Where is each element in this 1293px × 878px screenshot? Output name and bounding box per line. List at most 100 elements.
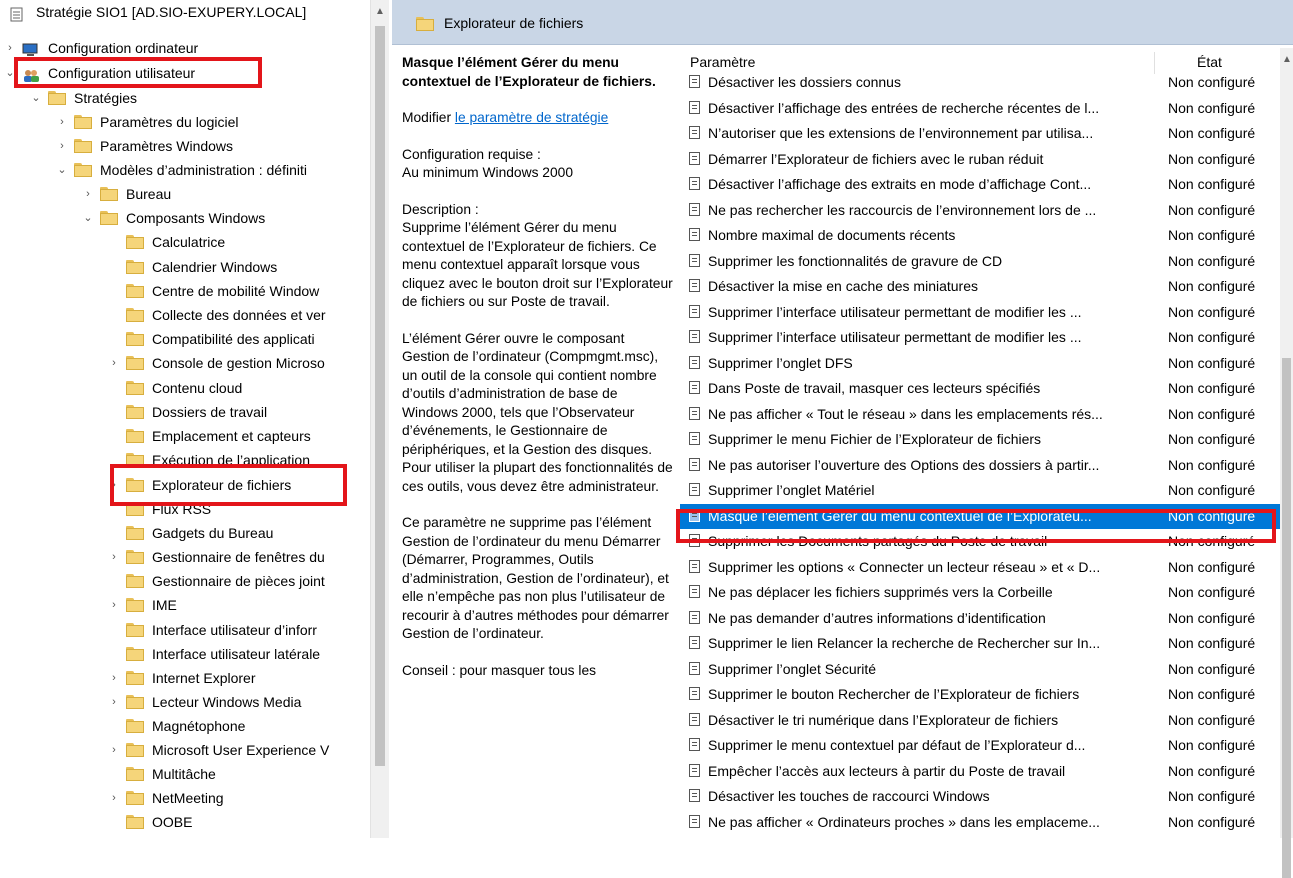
tree-item[interactable]: › Configuration ordinateur [0, 36, 370, 60]
expand-chevron-icon[interactable]: › [108, 690, 120, 714]
setting-icon [689, 355, 700, 369]
list-item[interactable]: Ne pas afficher « Ordinateurs proches » … [680, 810, 1280, 835]
list-item[interactable]: Désactiver la mise en cache des miniatur… [680, 274, 1280, 299]
list-item[interactable]: Désactiver le tri numérique dans l’Explo… [680, 708, 1280, 733]
scroll-up-arrow-icon[interactable]: ▲ [375, 6, 385, 17]
tree-item[interactable]: OOBE [0, 810, 370, 834]
tree-item[interactable]: Calculatrice [0, 230, 370, 254]
list-item[interactable]: Supprimer les fonctionnalités de gravure… [680, 249, 1280, 274]
list-item[interactable]: Nombre maximal de documents récents Non c… [680, 223, 1280, 248]
tree-item[interactable]: Emplacement et capteurs [0, 424, 370, 448]
tree-item[interactable]: Exécution de l’application [0, 448, 370, 472]
tree-item[interactable]: Compatibilité des applicati [0, 327, 370, 351]
column-etat[interactable]: État [1197, 54, 1222, 70]
tree-item[interactable]: › Paramètres du logiciel [0, 110, 370, 134]
scroll-up-arrow-icon[interactable]: ▲ [1282, 54, 1292, 65]
tree-item[interactable]: › IME [0, 593, 370, 617]
expand-chevron-icon[interactable]: › [108, 351, 120, 375]
list-item[interactable]: Supprimer le lien Relancer la recherche … [680, 631, 1280, 656]
tree-item[interactable]: Dossiers de travail [0, 400, 370, 424]
expand-chevron-icon[interactable]: › [82, 182, 94, 206]
tree-item[interactable]: › Gestionnaire de fenêtres du [0, 545, 370, 569]
list-item[interactable]: Désactiver l’affichage des entrées de re… [680, 96, 1280, 121]
expand-chevron-icon[interactable]: › [56, 134, 68, 158]
list-item[interactable]: Empêcher l’accès aux lecteurs à partir d… [680, 759, 1280, 784]
list-item[interactable]: Désactiver les dossiers connus Non config… [680, 70, 1280, 95]
list-item[interactable]: Supprimer l’onglet Matériel Non configuré [680, 478, 1280, 503]
setting-icon [689, 763, 700, 777]
tree-scrollbar[interactable]: ▲ [370, 0, 389, 838]
list-item[interactable]: Démarrer l’Explorateur de fichiers avec … [680, 147, 1280, 172]
list-item[interactable]: Supprimer l’onglet Sécurité Non configuré [680, 657, 1280, 682]
tree-item[interactable]: Gestionnaire de pièces joint [0, 569, 370, 593]
list-item[interactable]: Supprimer le menu contextuel par défaut … [680, 733, 1280, 758]
collapse-chevron-icon[interactable]: ⌄ [30, 86, 42, 110]
expand-chevron-icon[interactable]: › [108, 545, 120, 569]
list-item[interactable]: Supprimer le bouton Rechercher de l’Expl… [680, 682, 1280, 707]
collapse-chevron-icon[interactable]: ⌄ [4, 61, 16, 85]
list-item[interactable]: Supprimer les Documents partagés du Post… [680, 529, 1280, 554]
list-item[interactable]: Ne pas déplacer les fichiers supprimés v… [680, 580, 1280, 605]
collapse-chevron-icon[interactable]: ⌄ [82, 206, 94, 230]
list-item[interactable]: Supprimer l’interface utilisateur permet… [680, 325, 1280, 350]
tree-item[interactable]: › Bureau [0, 182, 370, 206]
list-item[interactable]: Ne pas afficher « Tout le réseau » dans … [680, 402, 1280, 427]
expand-chevron-icon[interactable]: › [56, 110, 68, 134]
folder-icon [126, 235, 144, 249]
tree-item[interactable]: › Console de gestion Microso [0, 351, 370, 375]
tree-item[interactable]: ⌄ Modèles d’administration : définiti [0, 158, 370, 182]
tree-item[interactable]: › Explorateur de fichiers [0, 473, 370, 497]
tree-scroll-thumb[interactable] [375, 26, 385, 766]
folder-icon [126, 478, 144, 492]
tree-item[interactable]: Centre de mobilité Window [0, 279, 370, 303]
tree-item[interactable]: Multitâche [0, 762, 370, 786]
tree-item[interactable]: › Internet Explorer [0, 666, 370, 690]
tree-item[interactable]: › Microsoft User Experience V [0, 738, 370, 762]
list-item[interactable]: Supprimer l’interface utilisateur permet… [680, 300, 1280, 325]
setting-state: Non configuré [1168, 431, 1256, 447]
expand-chevron-icon[interactable]: › [108, 593, 120, 617]
tree-item[interactable]: ⌄ Composants Windows [0, 206, 370, 230]
tree-item[interactable]: › Paramètres Windows [0, 134, 370, 158]
list-scrollbar[interactable]: ▲ [1280, 48, 1293, 878]
tree-item[interactable]: Flux RSS [0, 497, 370, 521]
tree-item[interactable]: ⌄ Stratégies [0, 86, 370, 110]
list-item[interactable]: Ne pas autoriser l’ouverture des Options… [680, 453, 1280, 478]
expand-chevron-icon[interactable]: › [108, 473, 120, 497]
list-item[interactable]: Ne pas rechercher les raccourcis de l’en… [680, 198, 1280, 223]
list-item[interactable]: Masque l’élément Gérer du menu contextue… [680, 503, 1280, 529]
edit-policy-link[interactable]: le paramètre de stratégie [455, 110, 608, 125]
tree-item[interactable]: › Lecteur Windows Media [0, 690, 370, 714]
tree-item[interactable]: Contenu cloud [0, 376, 370, 400]
collapse-chevron-icon[interactable]: ⌄ [56, 158, 68, 182]
setting-icon [689, 279, 700, 292]
list-item[interactable]: Supprimer les options « Connecter un lec… [680, 555, 1280, 580]
tree-item[interactable]: Interface utilisateur latérale [0, 642, 370, 666]
column-parametre[interactable]: Paramètre [690, 54, 755, 70]
setting-name: Ne pas afficher « Ordinateurs proches » … [708, 813, 1100, 830]
tree-item[interactable]: › NetMeeting [0, 786, 370, 810]
list-item[interactable]: Désactiver les touches de raccourci Wind… [680, 784, 1280, 809]
list-item[interactable]: Désactiver l’affichage des extraits en m… [680, 172, 1280, 197]
tree-item[interactable]: Gadgets du Bureau [0, 521, 370, 545]
setting-state: Non configuré [1168, 737, 1256, 753]
tree-item[interactable]: Collecte des données et ver [0, 303, 370, 327]
list-item[interactable]: Ne pas demander d’autres informations d’… [680, 606, 1280, 631]
expand-chevron-icon[interactable]: › [4, 36, 16, 60]
list-item[interactable]: N’autoriser que les extensions de l’envi… [680, 121, 1280, 146]
tree-item[interactable]: Stratégie SIO1 [AD.SIO-EXUPERY.LOCAL] [0, 0, 370, 24]
tree-item[interactable]: ⌄ Configuration utilisateur [0, 61, 370, 85]
expand-chevron-icon[interactable]: › [108, 666, 120, 690]
expand-chevron-icon[interactable]: › [108, 738, 120, 762]
setting-state: Non configuré [1168, 482, 1256, 498]
list-item[interactable]: Supprimer le menu Fichier de l’Explorate… [680, 427, 1280, 452]
list-item[interactable]: Dans Poste de travail, masquer ces lecte… [680, 376, 1280, 401]
edit-prefix: Modifier [402, 110, 455, 125]
setting-icon [689, 738, 700, 751]
tree-item[interactable]: Interface utilisateur d’inforr [0, 618, 370, 642]
list-scroll-thumb[interactable] [1282, 358, 1291, 878]
tree-item[interactable]: Calendrier Windows [0, 255, 370, 279]
expand-chevron-icon[interactable]: › [108, 786, 120, 810]
list-item[interactable]: Supprimer l’onglet DFS Non configuré [680, 351, 1280, 376]
tree-item[interactable]: Magnétophone [0, 714, 370, 738]
